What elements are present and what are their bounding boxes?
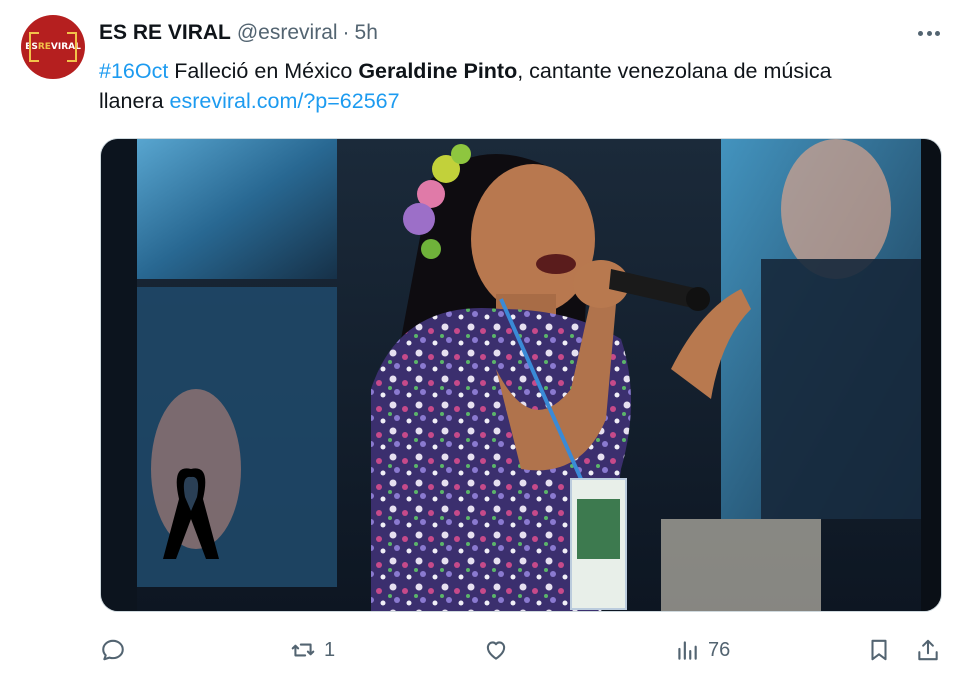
tweet-header: ES RE VIRAL @esreviral · 5h xyxy=(99,18,378,48)
avatar-logo-text: ESREVIRAL xyxy=(25,42,81,52)
retweet-button[interactable]: 1 xyxy=(290,630,335,670)
tweet-bold-name: Geraldine Pinto xyxy=(358,59,518,83)
display-name[interactable]: ES RE VIRAL xyxy=(99,21,231,45)
avatar[interactable]: ESREVIRAL xyxy=(21,15,85,79)
tweet-text: #16Oct Falleció en México Geraldine Pint… xyxy=(99,56,899,116)
views-count: 76 xyxy=(708,638,731,661)
tweet-photo[interactable] xyxy=(100,138,942,612)
avatar-logo-frame: ESREVIRAL xyxy=(25,32,81,62)
retweet-count: 1 xyxy=(324,638,336,661)
hashtag-link[interactable]: #16Oct xyxy=(99,59,168,83)
views-chart-icon xyxy=(678,641,697,660)
more-options-icon[interactable] xyxy=(914,22,944,44)
heart-icon xyxy=(486,641,506,660)
separator-dot: · xyxy=(342,21,350,44)
tweet-text-part1: Falleció en México xyxy=(168,59,359,83)
tweet-card[interactable]: ESREVIRAL ES RE VIRAL @esreviral · 5h #1… xyxy=(0,0,960,685)
action-bar: 1 76 xyxy=(0,630,960,670)
bookmark-icon xyxy=(871,639,887,661)
bookmark-button[interactable] xyxy=(866,630,892,670)
user-handle[interactable]: @esreviral xyxy=(237,21,338,45)
retweet-icon xyxy=(291,643,315,657)
timestamp[interactable]: 5h xyxy=(355,21,378,45)
share-icon xyxy=(918,639,938,661)
photo-singer-image xyxy=(101,139,941,611)
reply-button[interactable] xyxy=(100,630,126,670)
url-link[interactable]: esreviral.com/?p=62567 xyxy=(170,89,400,113)
reply-icon xyxy=(102,639,124,661)
views-button[interactable]: 76 xyxy=(674,630,730,670)
share-button[interactable] xyxy=(915,630,941,670)
like-button[interactable] xyxy=(483,630,509,670)
